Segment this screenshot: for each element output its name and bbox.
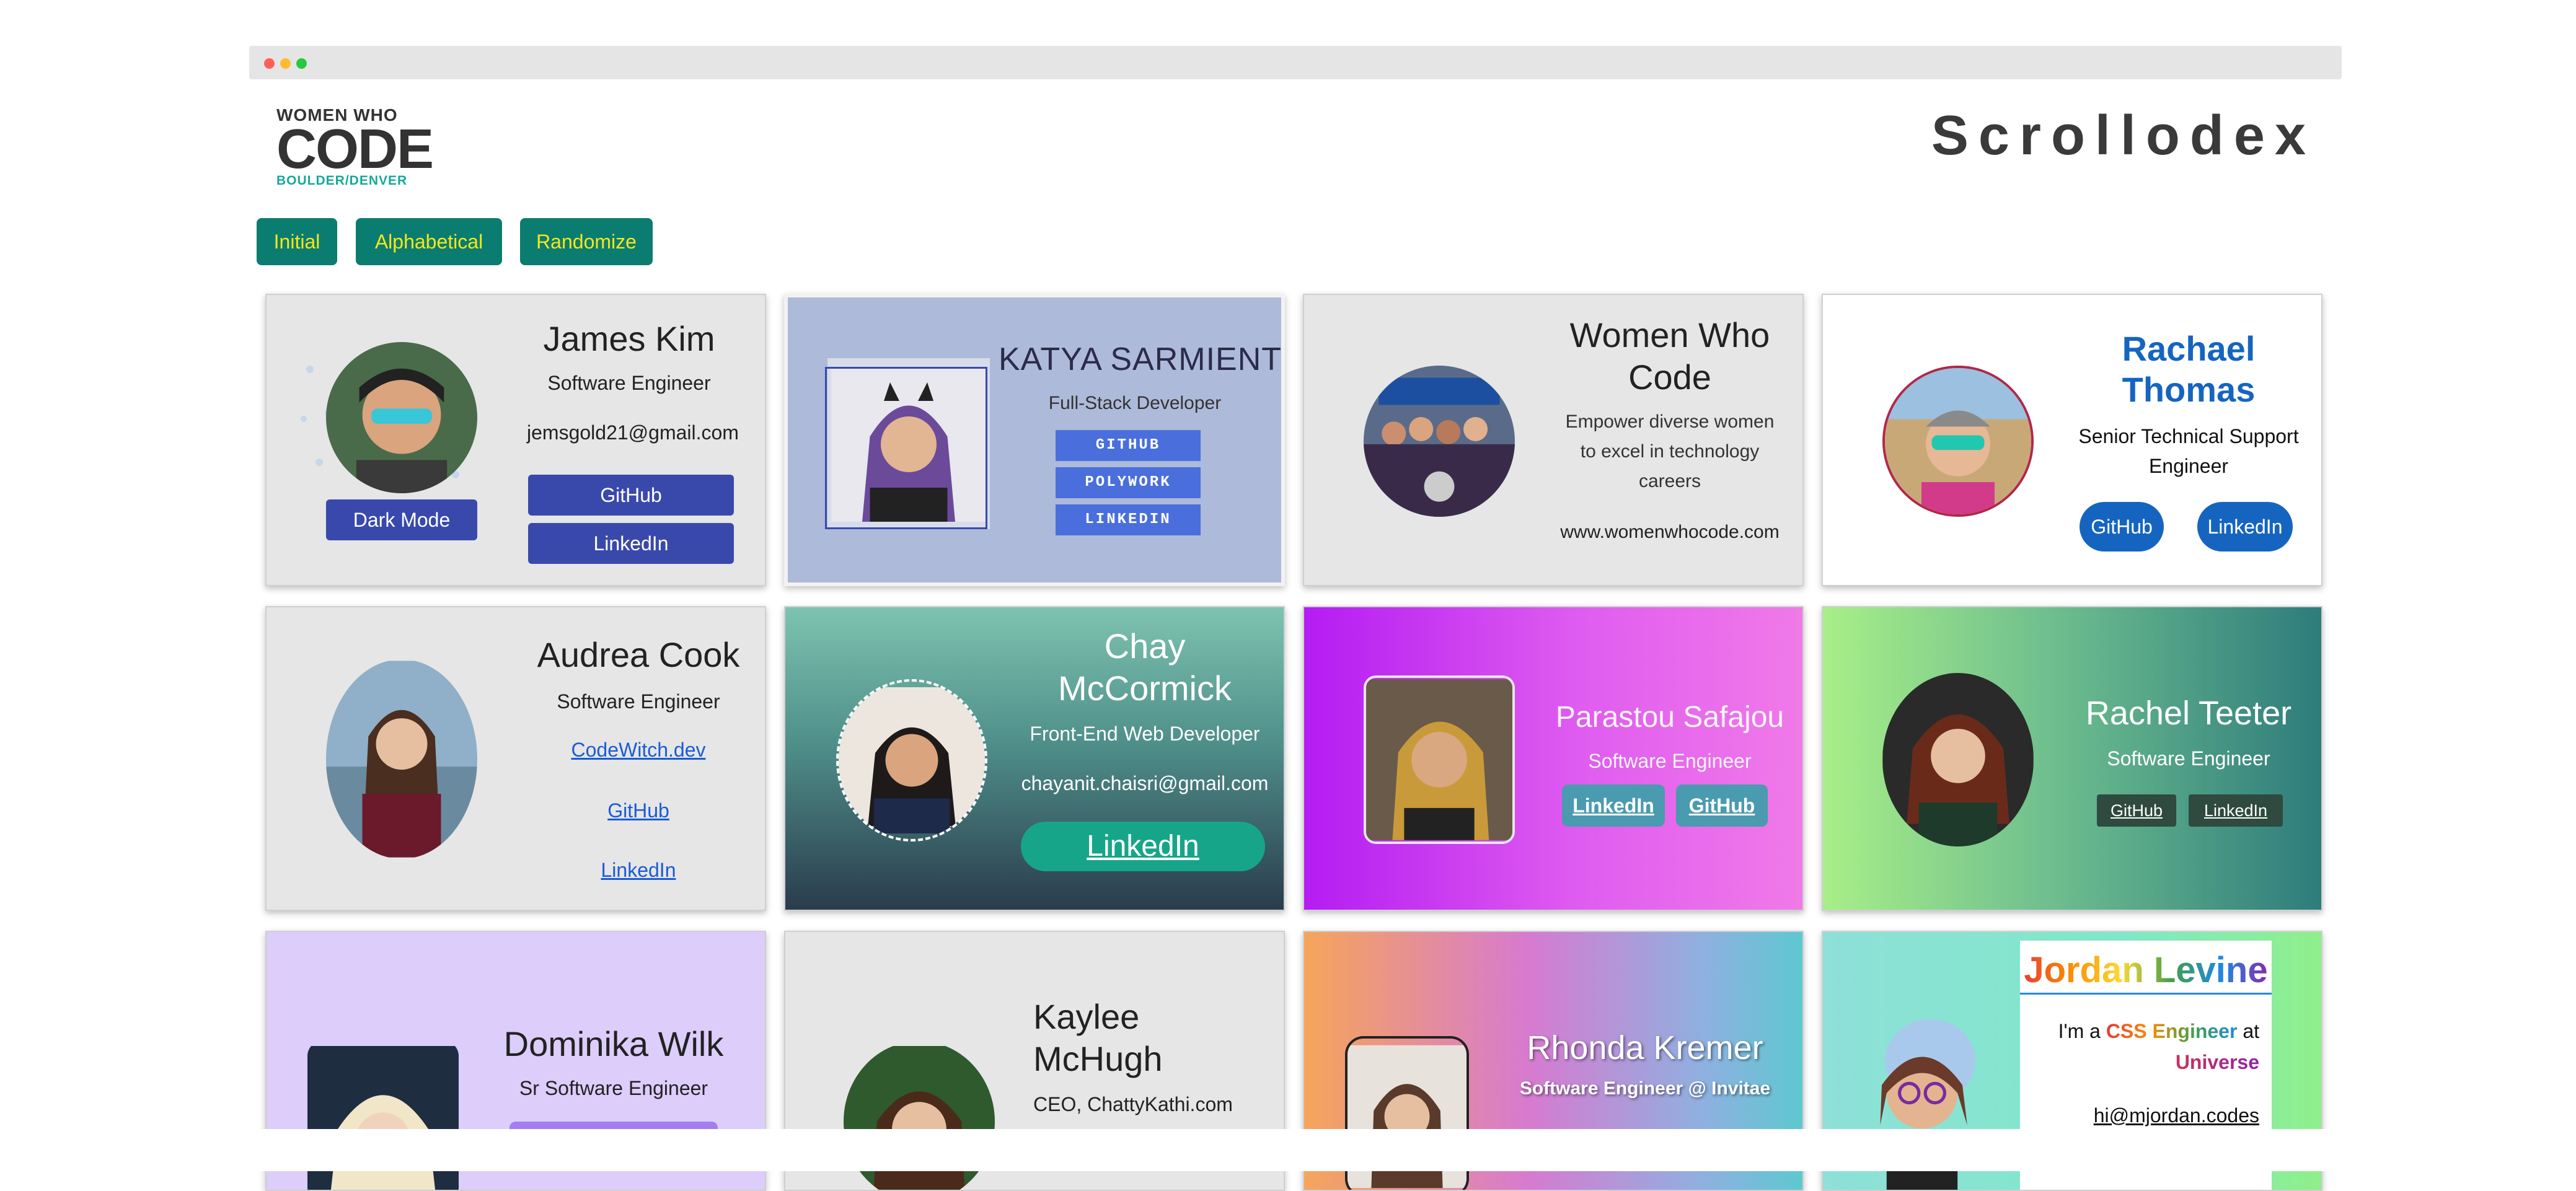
linkedin-link[interactable]: LinkedIn	[527, 859, 750, 882]
card-name: Dominika Wilk	[503, 1024, 724, 1063]
card-parastou-safajou: Parastou Safajou Software Engineer Linke…	[1303, 606, 1804, 911]
card-name: KATYA SARMIENTO	[999, 341, 1285, 377]
card-role: Software Engineer	[547, 372, 711, 394]
website-link[interactable]: www.womenwhocode.com	[1546, 522, 1794, 543]
card-name: Rhonda Kremer	[1527, 1029, 1763, 1066]
card-katya-sarmiento: KATYA SARMIENTO Full-Stack Developer GIT…	[784, 294, 1285, 586]
card-rachael-thomas: Rachael Thomas Senior Technical Support …	[1822, 294, 2322, 586]
github-button[interactable]: GitHub	[528, 475, 734, 516]
card-role: Software Engineer @ Invitae	[1519, 1078, 1771, 1099]
email-link[interactable]: hi@mjordan.codes	[2020, 1104, 2259, 1127]
card-role: Software Engineer	[557, 690, 720, 713]
card-desc-line2: to excel in technology	[1580, 441, 1760, 462]
avatar	[1364, 366, 1515, 517]
randomize-button[interactable]: Randomize	[520, 218, 653, 265]
card-james-kim: Dark Mode James Kim Software Engineer je…	[265, 294, 766, 586]
card-intro-line1: I'm a CSS Engineer at	[2020, 1020, 2259, 1043]
website-link[interactable]: CodeWitch.dev	[527, 739, 750, 762]
browser-chrome-bar	[249, 46, 2342, 79]
card-name: Jordan Levine	[2020, 949, 2272, 991]
github-button[interactable]: GitHub	[2097, 794, 2176, 827]
name-underline	[2020, 993, 2272, 995]
card-name-line2: McCormick	[1058, 669, 1232, 708]
card-audrea-cook: Audrea Cook Software Engineer CodeWitch.…	[265, 606, 766, 911]
logo-line2: CODE	[276, 118, 434, 180]
github-button[interactable]: GitHub	[2080, 502, 2164, 552]
card-email: jemsgold21@gmail.com	[527, 421, 739, 444]
avatar	[836, 679, 987, 842]
viewport-bottom	[0, 1129, 2576, 1171]
github-link[interactable]: GitHub	[527, 799, 750, 822]
close-window-icon[interactable]	[264, 58, 275, 69]
avatar	[326, 342, 477, 493]
linkedin-button[interactable]: LinkedIn	[528, 523, 734, 564]
card-name: James Kim	[543, 319, 715, 358]
github-button[interactable]: GitHub	[1676, 784, 1768, 827]
linkedin-button[interactable]: LinkedIn	[2197, 502, 2293, 552]
card-name: Parastou Safajou	[1555, 701, 1784, 734]
avatar	[1882, 366, 2034, 517]
linkedin-button[interactable]: LinkedIn	[1562, 784, 1665, 827]
card-role: Front-End Web Developer	[1030, 723, 1260, 745]
logo-line3: BOULDER/DENVER	[276, 174, 408, 188]
card-rachel-teeter: Rachel Teeter Software Engineer GitHub L…	[1822, 606, 2322, 911]
card-name-line1: Kaylee	[1033, 997, 1140, 1036]
wwc-logo[interactable]: WOMEN WHO CODE BOULDER/DENVER	[276, 105, 434, 188]
avatar	[1882, 673, 2034, 846]
intro-text-b: at	[2243, 1020, 2259, 1042]
card-role-line1: Senior Technical Support	[2078, 425, 2299, 447]
card-name: Audrea Cook	[537, 635, 740, 674]
card-role: Full-Stack Developer	[1048, 393, 1222, 413]
card-desc-line3: careers	[1638, 471, 1701, 491]
dark-mode-button[interactable]: Dark Mode	[326, 499, 477, 540]
card-role: Sr Software Engineer	[519, 1077, 708, 1099]
card-role-line2: Engineer	[2148, 455, 2229, 477]
avatar	[326, 659, 477, 859]
intro-css-engineer: CSS Engineer	[2106, 1020, 2238, 1042]
card-name: Rachel Teeter	[2085, 695, 2292, 732]
card-name-line1: Chay	[1104, 626, 1186, 666]
card-women-who-code: Women Who Code Empower diverse women to …	[1303, 294, 1804, 586]
linkedin-button[interactable]: LINKEDIN	[1056, 504, 1201, 535]
linkedin-button[interactable]: LinkedIn	[2189, 794, 2283, 827]
sort-initial-button[interactable]: Initial	[257, 218, 337, 265]
card-name-line2: Thomas	[2122, 370, 2256, 409]
sort-alphabetical-button[interactable]: Alphabetical	[356, 218, 502, 265]
card-email: chayanit.chaisri@gmail.com	[1021, 772, 1269, 794]
site-title: Scrollodex	[1931, 105, 2316, 167]
card-name-line1: Rachael	[2122, 329, 2256, 368]
card-name-line2: Code	[1628, 358, 1711, 397]
github-button[interactable]: GITHUB	[1056, 430, 1201, 461]
card-name-line1: Women Who	[1569, 315, 1770, 354]
card-role: Software Engineer	[1588, 750, 1752, 772]
card-role: CEO, ChattyKathi.com	[1033, 1093, 1233, 1115]
photo-frame	[825, 367, 987, 529]
polywork-button[interactable]: POLYWORK	[1056, 467, 1201, 498]
avatar	[1364, 675, 1515, 844]
intro-text-a: I'm a	[2058, 1020, 2101, 1042]
card-desc-line1: Empower diverse women	[1565, 411, 1775, 432]
card-role: Software Engineer	[2107, 747, 2270, 770]
card-chay-mccormick: Chay McCormick Front-End Web Developer c…	[784, 606, 1285, 911]
card-name-line2: McHugh	[1033, 1039, 1163, 1078]
minimize-window-icon[interactable]	[280, 58, 291, 69]
linkedin-button[interactable]: LinkedIn	[1021, 822, 1265, 871]
intro-universe: Universe	[2020, 1051, 2259, 1074]
maximize-window-icon[interactable]	[296, 58, 307, 69]
